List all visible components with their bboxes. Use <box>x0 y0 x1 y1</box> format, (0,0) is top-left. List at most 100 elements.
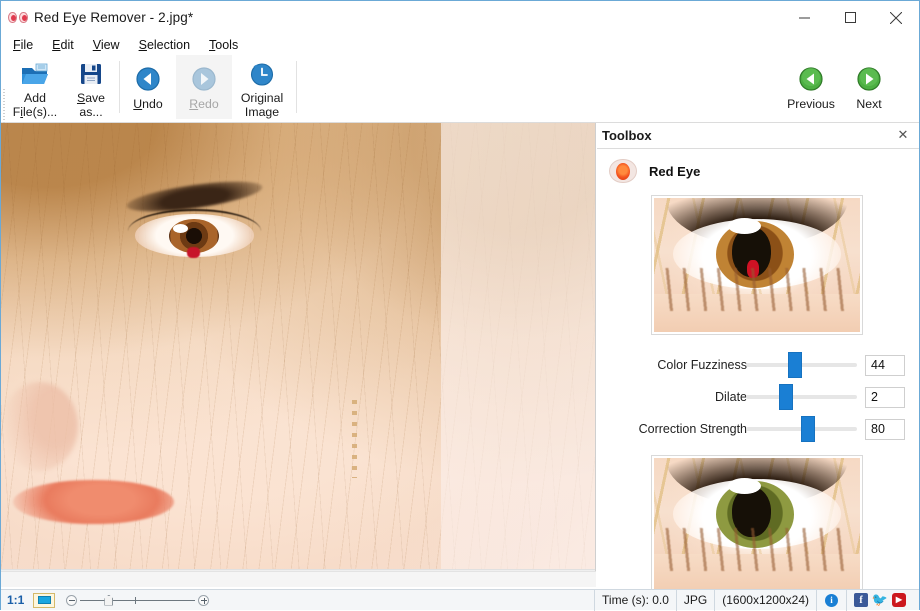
slider-track-color-fuzziness[interactable] <box>746 363 857 367</box>
original-image-line1: Original <box>241 91 283 105</box>
ribbon-group-file: Add File(s)... Save as... <box>7 55 297 122</box>
status-format: JPG <box>677 590 715 611</box>
zoom-out-icon[interactable] <box>66 595 77 606</box>
green-left-arrow-icon <box>798 64 824 94</box>
slider-group: Color Fuzziness 44 Dilate 2 Correction S… <box>597 349 919 445</box>
menu-item-tools[interactable]: Tools <box>207 37 240 53</box>
green-right-arrow-icon <box>856 64 882 94</box>
menu-edit-rest: dit <box>61 38 74 52</box>
clock-history-icon <box>249 60 275 88</box>
image-canvas[interactable] <box>1 123 596 571</box>
save-as-line1: Save <box>77 91 105 105</box>
red-eye-section-label: Red Eye <box>649 164 700 179</box>
toolbox-panel: Toolbox ✕ Red Eye <box>597 123 919 571</box>
minimize-button[interactable] <box>781 1 827 34</box>
window-controls <box>781 1 919 34</box>
preview-before <box>651 195 863 335</box>
menu-tools-rest: ools <box>215 38 238 52</box>
toolbox-body: Red Eye Color Fuzziness <box>597 153 919 574</box>
slider-value-correction-strength[interactable]: 80 <box>865 419 905 440</box>
undo-button[interactable]: Undo <box>120 55 176 119</box>
toolbox-title: Toolbox <box>602 128 652 143</box>
preview-after <box>651 455 863 595</box>
close-button[interactable] <box>873 1 919 34</box>
status-bar: 1:1 Time (s): 0.0 JPG (1600x1200x24) i f… <box>1 589 919 610</box>
save-as-line2: as... <box>79 105 102 119</box>
photo-lips <box>13 480 174 525</box>
toolbox-header: Toolbox ✕ <box>597 123 919 149</box>
add-files-line2: File(s)... <box>13 105 57 119</box>
previous-label: Previous <box>787 97 835 111</box>
undo-label: Undo <box>133 97 162 111</box>
eye-closeup-before-image <box>654 198 860 332</box>
original-image-line2: Image <box>245 105 279 119</box>
slider-label-dilate: Dilate <box>715 390 747 404</box>
window-title: Red Eye Remover - 2.jpg* <box>34 10 193 25</box>
twitter-icon[interactable]: 🐦 <box>873 593 887 607</box>
zoom-slider-tick <box>135 597 136 604</box>
red-eye-tool-icon <box>609 159 637 183</box>
photo-portrait <box>1 123 596 569</box>
slider-track-correction-strength[interactable] <box>746 427 857 431</box>
menu-file-rest: ile <box>21 38 34 52</box>
slider-value-dilate[interactable]: 2 <box>865 387 905 408</box>
status-bar-right: Time (s): 0.0 JPG (1600x1200x24) i f 🐦 ▶ <box>594 590 919 611</box>
menu-item-edit[interactable]: Edit <box>50 37 76 53</box>
fit-to-window-icon[interactable] <box>30 590 58 611</box>
maximize-button[interactable] <box>827 1 873 34</box>
title-bar: Red Eye Remover - 2.jpg* <box>1 1 919 34</box>
slider-label-correction-strength: Correction Strength <box>639 422 747 436</box>
youtube-icon[interactable]: ▶ <box>892 593 906 607</box>
info-icon[interactable]: i <box>817 590 847 611</box>
photo-background <box>441 123 596 569</box>
menu-selection-rest: election <box>147 38 190 52</box>
zoom-slider[interactable] <box>58 595 217 606</box>
photo-earring <box>352 400 357 478</box>
photo-eye <box>135 214 254 256</box>
red-eye-app-icon <box>7 7 31 29</box>
undo-arrow-icon <box>135 64 161 94</box>
facebook-icon[interactable]: f <box>854 593 868 607</box>
slider-thumb-color-fuzziness[interactable] <box>788 352 802 378</box>
redo-button[interactable]: Redo <box>176 55 232 119</box>
photo-nose <box>1 382 78 471</box>
menu-bar: File Edit View Selection Tools <box>1 34 919 55</box>
zoom-ratio-label: 1:1 <box>1 593 30 607</box>
toolbox-close-icon[interactable]: ✕ <box>895 127 911 143</box>
slider-track-dilate[interactable] <box>746 395 857 399</box>
toolbar-ribbon: Add File(s)... Save as... <box>1 55 919 123</box>
add-files-button[interactable]: Add File(s)... <box>7 55 63 119</box>
add-files-line1: Add <box>24 91 46 105</box>
menu-item-selection[interactable]: Selection <box>137 37 192 53</box>
slider-thumb-correction-strength[interactable] <box>801 416 815 442</box>
menu-item-file[interactable]: File <box>11 37 35 53</box>
social-links: f 🐦 ▶ <box>847 590 919 611</box>
previous-button[interactable]: Previous <box>781 55 841 119</box>
application-window: Red Eye Remover - 2.jpg* File Edit View … <box>0 0 920 610</box>
zoom-slider-knob[interactable] <box>104 595 113 606</box>
next-button[interactable]: Next <box>841 55 897 119</box>
slider-value-color-fuzziness[interactable]: 44 <box>865 355 905 376</box>
original-image-button[interactable]: Original Image <box>232 55 292 119</box>
status-dimensions: (1600x1200x24) <box>715 590 817 611</box>
status-time: Time (s): 0.0 <box>594 590 677 611</box>
ribbon-separator-2 <box>296 61 297 113</box>
save-as-button[interactable]: Save as... <box>63 55 119 119</box>
eye-closeup-after-image <box>654 458 860 592</box>
redo-arrow-icon <box>191 64 217 94</box>
floppy-disk-icon <box>78 60 104 88</box>
canvas-horizontal-scrollbar[interactable] <box>1 571 596 587</box>
slider-row-color-fuzziness: Color Fuzziness 44 <box>597 349 919 381</box>
slider-row-dilate: Dilate 2 <box>597 381 919 413</box>
zoom-in-icon[interactable] <box>198 595 209 606</box>
ribbon-group-navigation: Previous Next <box>781 55 897 122</box>
next-label: Next <box>856 97 881 111</box>
menu-item-view[interactable]: View <box>91 37 122 53</box>
open-folder-icon <box>20 60 50 88</box>
zoom-slider-track[interactable] <box>80 600 195 601</box>
slider-thumb-dilate[interactable] <box>779 384 793 410</box>
redo-label: Redo <box>189 97 218 111</box>
slider-label-color-fuzziness: Color Fuzziness <box>657 358 747 372</box>
red-eye-section-header[interactable]: Red Eye <box>597 153 919 189</box>
slider-row-correction-strength: Correction Strength 80 <box>597 413 919 445</box>
